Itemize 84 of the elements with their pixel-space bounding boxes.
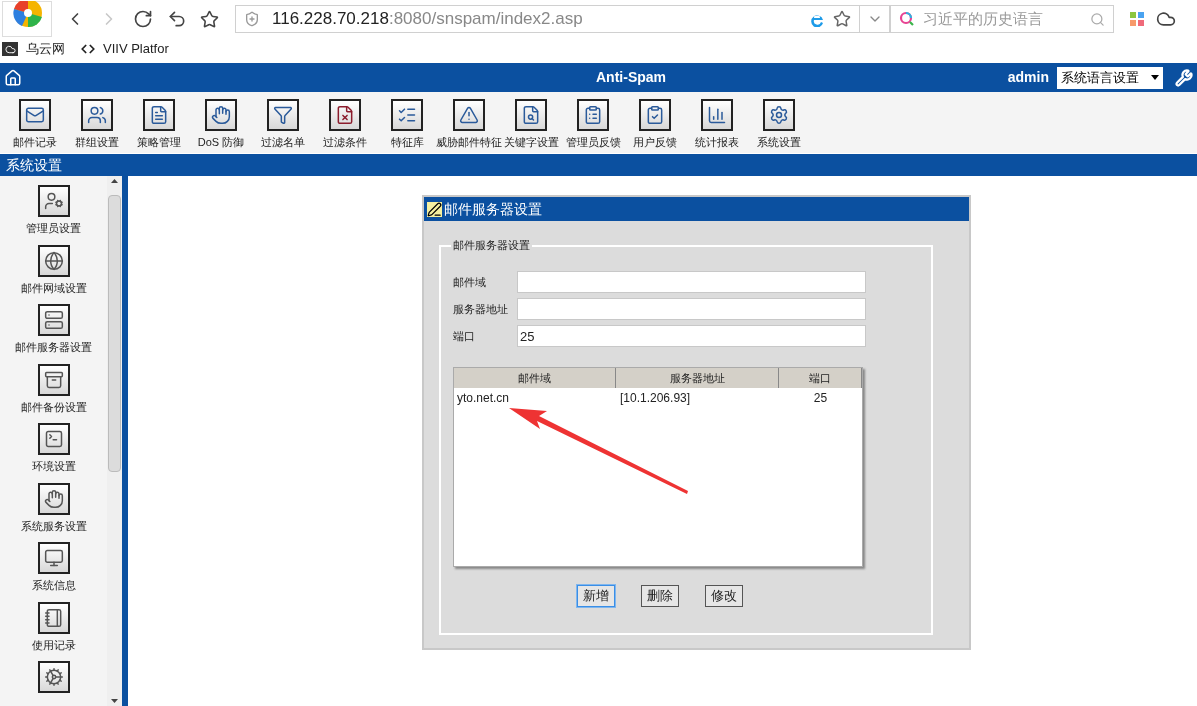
toolbar-button[interactable]: 统计报表	[686, 99, 748, 151]
code-icon	[81, 42, 95, 56]
input-field[interactable]	[517, 271, 866, 293]
settings-icon	[763, 99, 795, 131]
sidebar-item[interactable]: 邮件备份设置	[20, 363, 87, 415]
field-label: 邮件域	[453, 274, 487, 290]
sidebar-item[interactable]: 系统服务设置	[20, 482, 87, 534]
toolbar-button[interactable]: 过滤条件	[314, 99, 376, 151]
field-label: 服务器地址	[453, 301, 509, 317]
column-header[interactable]: 邮件域	[454, 368, 616, 388]
server-icon	[37, 304, 70, 336]
sidebar-item[interactable]: 系统信息	[31, 542, 76, 594]
toolbar-button[interactable]: 管理员反馈	[562, 99, 624, 151]
clipboard-check-icon	[639, 99, 671, 131]
reload-icon[interactable]	[132, 8, 154, 30]
toolbar-button[interactable]: 邮件记录	[4, 99, 66, 151]
table-cell-text: yto.net.cn	[456, 390, 511, 407]
toolbar-button[interactable]: 威胁邮件特征	[438, 99, 500, 151]
filter-icon	[267, 99, 299, 131]
mail-icon	[19, 99, 51, 131]
bookmark-star-icon[interactable]	[200, 9, 219, 29]
list-icon	[391, 99, 423, 131]
input-field[interactable]	[517, 298, 866, 320]
sidebar-item[interactable]: 环境设置	[31, 423, 76, 475]
document-search-icon	[515, 99, 547, 131]
url-text: 116.228.70.218:8080/snspam/index2.asp	[272, 8, 583, 31]
field-label: 端口	[453, 328, 476, 344]
toolbar-button[interactable]: 群组设置	[66, 99, 128, 151]
section-bar: 系统设置	[0, 154, 1197, 176]
caret-icon	[1151, 75, 1159, 80]
bookmark-link[interactable]: VIIV Platfor	[81, 39, 169, 59]
document-x-icon	[329, 99, 361, 131]
bookmark-link[interactable]: 乌云网	[2, 39, 65, 59]
sidebar-item[interactable]: 邮件服务器设置	[15, 304, 92, 356]
clipboard-icon	[577, 99, 609, 131]
input-field[interactable]: 25	[517, 325, 866, 347]
users-icon	[81, 99, 113, 131]
notebook-icon	[37, 601, 70, 634]
cloud-icon[interactable]	[1156, 9, 1176, 29]
document-icon	[143, 99, 175, 131]
sidebar-item[interactable]: 使用记录	[31, 601, 76, 653]
toolbar-button[interactable]: DoS 防御	[190, 99, 252, 151]
address-bar[interactable]: 116.228.70.218:8080/snspam/index2.asp	[235, 5, 890, 33]
language-select[interactable]: 系统语言设置	[1057, 66, 1163, 89]
favorite-star-icon[interactable]	[833, 10, 851, 28]
toolbar-button[interactable]: 过滤名单	[252, 99, 314, 151]
sidebar-item[interactable]: 管理员设置	[26, 185, 81, 237]
sidebar-item[interactable]	[37, 661, 70, 693]
form-button[interactable]: 删除	[641, 585, 679, 607]
hand-icon	[205, 99, 237, 131]
archive-icon	[37, 363, 70, 396]
home-icon[interactable]	[4, 68, 22, 87]
apps-grid-icon[interactable]	[1130, 12, 1144, 26]
user-gear-icon	[37, 185, 70, 217]
monitor-icon	[37, 542, 70, 574]
search-placeholder: 习近平的历史语言	[923, 8, 1044, 29]
table-cell-text: [10.1.206.93]	[619, 390, 692, 407]
form-button[interactable]: 新增	[577, 585, 615, 607]
terminal-icon	[37, 423, 70, 455]
globe-icon	[37, 244, 70, 277]
form-button[interactable]: 修改	[705, 585, 743, 607]
column-header[interactable]: 端口	[779, 368, 862, 388]
browser-logo-icon[interactable]	[2, 1, 52, 37]
toolbar-button[interactable]: 策略管理	[128, 99, 190, 151]
user-name: admin	[1007, 68, 1049, 87]
scrollbar[interactable]	[107, 176, 122, 706]
scroll-up-icon[interactable]	[111, 179, 118, 183]
gear-icon	[37, 661, 70, 693]
sidebar-item[interactable]: 邮件网域设置	[20, 244, 87, 296]
fieldset-legend: 邮件服务器设置	[451, 237, 532, 254]
search-logo-icon	[899, 11, 915, 27]
column-header[interactable]: 服务器地址	[616, 368, 779, 388]
shield-icon	[244, 11, 260, 27]
tools-icon[interactable]	[1175, 68, 1193, 87]
app-title: Anti-Spam	[596, 68, 666, 87]
toolbar-button[interactable]: 系统设置	[748, 99, 810, 151]
bar-chart-icon	[701, 99, 733, 131]
toolbar-button[interactable]: 用户反馈	[624, 99, 686, 151]
dialog-title: 邮件服务器设置	[444, 199, 542, 219]
scroll-down-icon[interactable]	[111, 699, 118, 703]
edit-icon	[427, 201, 442, 217]
hand-icon	[37, 482, 70, 515]
warning-icon	[453, 99, 485, 131]
table-cell-text: 25	[812, 390, 829, 407]
